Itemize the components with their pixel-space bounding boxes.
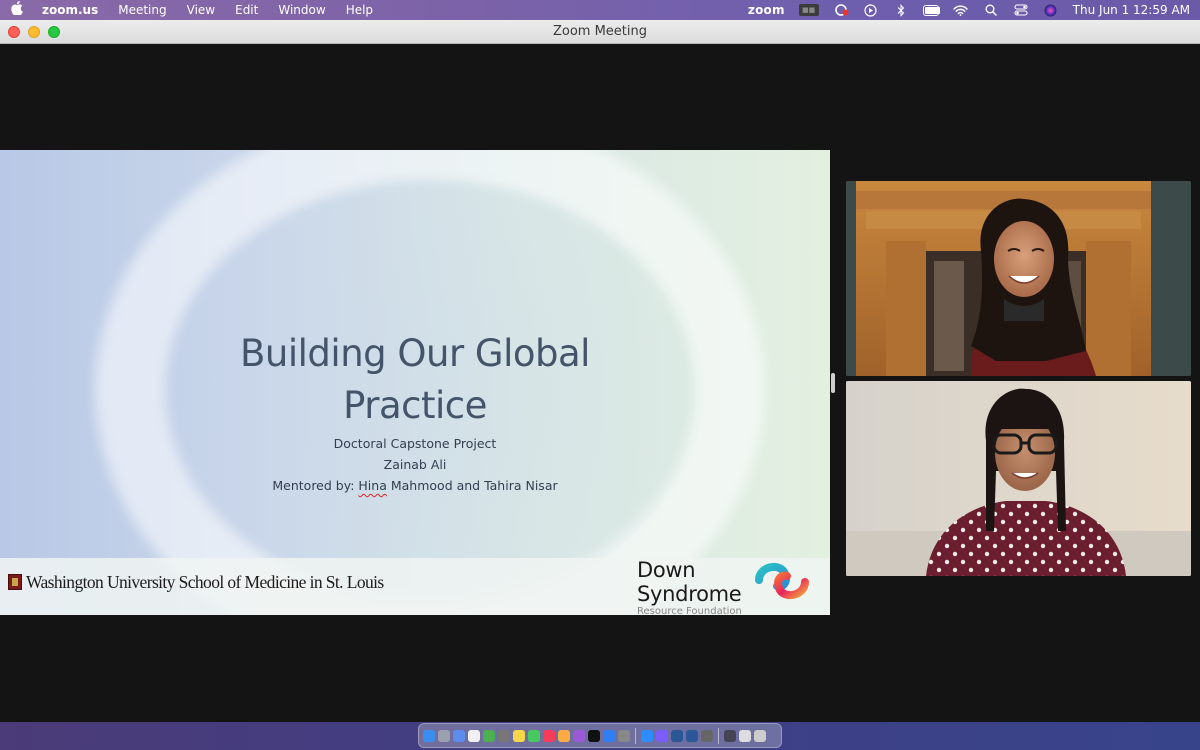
fullscreen-window-button[interactable] [48, 26, 60, 38]
safari-icon[interactable] [453, 729, 465, 742]
participant-video-2-frame [846, 381, 1191, 576]
dsrf-line3: Resource Foundation [637, 606, 742, 615]
dock-separator-2 [718, 727, 719, 744]
menu-meeting[interactable]: Meeting [108, 0, 176, 20]
close-window-button[interactable] [8, 26, 20, 38]
notes-icon[interactable] [513, 729, 525, 742]
menu-bar: zoom.us Meeting View Edit Window Help zo… [0, 0, 1200, 20]
tv-icon[interactable] [588, 729, 600, 742]
wustl-crest-icon [8, 574, 22, 590]
slide-subtitle-project: Doctoral Capstone Project [333, 436, 497, 451]
preview-icon[interactable] [701, 729, 713, 742]
document-stack-icon[interactable] [739, 729, 751, 742]
search-icon[interactable] [983, 3, 999, 17]
mentored-rest: Mahmood and Tahira Nisar [386, 478, 558, 493]
participant-video-1-frame [846, 181, 1191, 376]
play-icon[interactable] [863, 3, 879, 17]
panel-resize-handle[interactable] [831, 373, 835, 393]
chrome-icon[interactable] [483, 729, 495, 742]
wustl-logo-text: Washington University School of Medicine… [26, 571, 384, 592]
menu-window[interactable]: Window [268, 0, 335, 20]
apple-icon[interactable] [0, 1, 34, 19]
dsrf-line2: Syndrome [637, 582, 742, 606]
menu-edit[interactable]: Edit [225, 0, 268, 20]
menu-clock[interactable]: Thu Jun 1 12:59 AM [1073, 3, 1190, 17]
window-title: Zoom Meeting [552, 24, 648, 39]
participant-video-2[interactable] [846, 381, 1191, 576]
messenger-icon[interactable] [656, 729, 668, 742]
contacts-icon[interactable] [498, 729, 510, 742]
zoom-icon[interactable] [641, 729, 653, 742]
dsrf-logo-icon [753, 560, 811, 607]
finder-icon[interactable] [423, 729, 435, 742]
wustl-logo: Washington University School of Medicine… [8, 572, 384, 592]
participant-video-1[interactable] [846, 181, 1191, 376]
siri-icon[interactable] [1043, 3, 1059, 17]
battery-icon[interactable] [922, 3, 940, 17]
slide-title-line2: Practice [343, 384, 487, 427]
app-store-icon[interactable] [603, 729, 615, 742]
bluetooth-icon[interactable] [893, 3, 909, 17]
minimize-window-button[interactable] [28, 26, 40, 38]
dock-separator [635, 727, 636, 744]
menu-help[interactable]: Help [336, 0, 383, 20]
launchpad-icon[interactable] [438, 729, 450, 742]
downloads-stack-icon[interactable] [724, 729, 736, 742]
window-title-bar: Zoom Meeting [0, 20, 1200, 44]
mentor-first-name: Hina [358, 478, 387, 493]
messages-icon[interactable] [528, 729, 540, 742]
slide-title: Building Our Global Practice [0, 328, 830, 432]
recording-badge-icon[interactable]: ■■ [798, 4, 819, 16]
trash-icon[interactable] [754, 729, 766, 742]
photos-icon[interactable] [558, 729, 570, 742]
wifi-icon[interactable] [953, 3, 969, 17]
menu-app-name[interactable]: zoom.us [34, 0, 108, 20]
menu-view[interactable]: View [177, 0, 225, 20]
control-center-icon[interactable] [1013, 3, 1029, 17]
system-preferences-icon[interactable] [618, 729, 630, 742]
creative-cloud-icon[interactable] [833, 3, 849, 17]
mentored-prefix: Mentored by: [272, 478, 359, 493]
shared-screen-slide: Building Our Global Practice Doctoral Ca… [0, 150, 830, 615]
outlook-icon[interactable] [671, 729, 683, 742]
dsrf-line1: Down [637, 558, 696, 582]
zoom-tray-label[interactable]: zoom [748, 3, 785, 17]
slide-subtitle-mentors: Mentored by: Hina Mahmood and Tahira Nis… [0, 478, 830, 493]
word-icon[interactable] [686, 729, 698, 742]
dock [418, 723, 782, 748]
dsrf-logo-text: Down Syndrome Resource Foundation [637, 558, 742, 615]
calendar-icon[interactable] [468, 729, 480, 742]
slide-title-line1: Building Our Global [240, 332, 590, 375]
slide-subtitle-author: Zainab Ali [383, 457, 447, 472]
music-icon[interactable] [543, 729, 555, 742]
podcasts-icon[interactable] [573, 729, 585, 742]
